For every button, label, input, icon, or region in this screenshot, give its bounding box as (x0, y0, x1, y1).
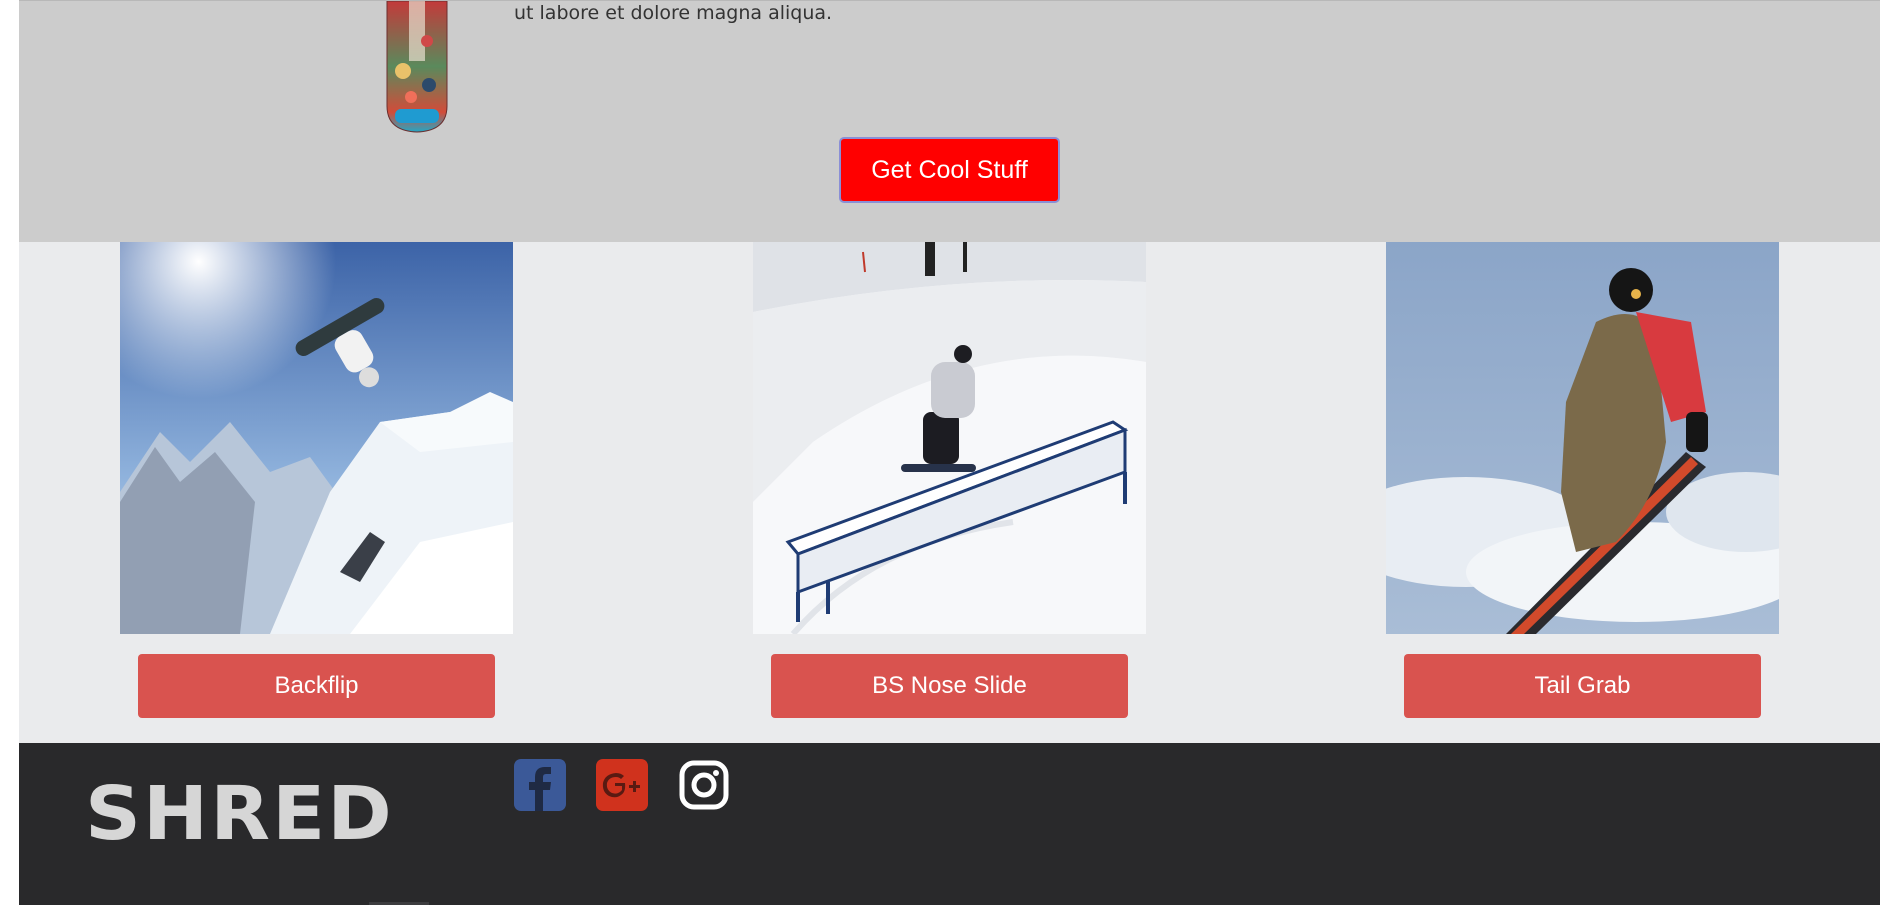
tail-grab-button[interactable]: Tail Grab (1404, 654, 1761, 718)
backflip-button[interactable]: Backflip (138, 654, 495, 718)
get-cool-stuff-button[interactable]: Get Cool Stuff (839, 137, 1060, 203)
shred-logo: SHRED (85, 771, 394, 857)
instagram-icon[interactable] (678, 759, 730, 811)
hero-text: ut labore et dolore magna aliqua. (514, 2, 833, 24)
page: ut labore et dolore magna aliqua. Get Co… (19, 0, 1880, 905)
tail-grab-image (1386, 242, 1779, 634)
bs-nose-slide-image (753, 242, 1146, 634)
bs-nose-slide-button[interactable]: BS Nose Slide (771, 654, 1128, 718)
google-plus-icon[interactable] (596, 759, 648, 811)
footer: SHRED (19, 743, 1880, 905)
snowboard-image (383, 0, 451, 133)
backflip-image (120, 242, 513, 634)
hero-section: ut labore et dolore magna aliqua. Get Co… (19, 0, 1880, 242)
facebook-icon[interactable] (514, 759, 566, 811)
